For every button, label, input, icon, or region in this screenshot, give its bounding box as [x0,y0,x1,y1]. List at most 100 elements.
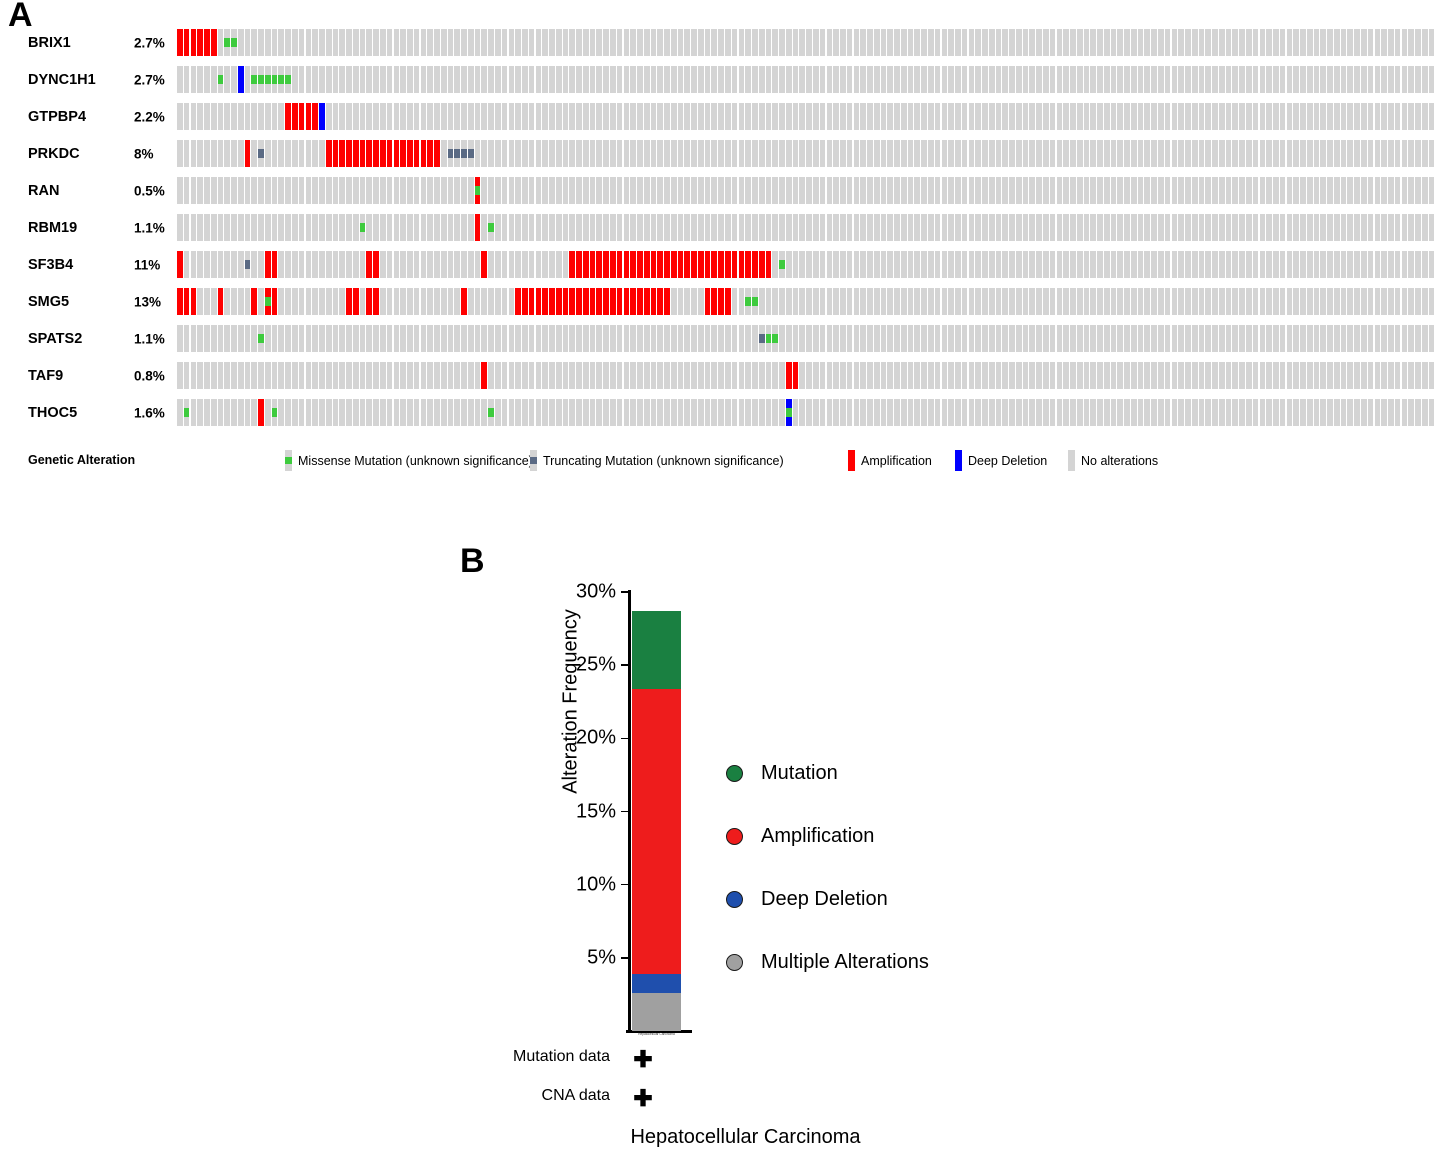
oncoprint-cell[interactable] [1293,29,1300,56]
oncoprint-cell[interactable] [481,140,488,167]
oncoprint-cell[interactable] [366,362,373,389]
oncoprint-cell[interactable] [1097,177,1104,204]
oncoprint-cell[interactable] [1171,251,1179,278]
oncoprint-cell[interactable] [677,140,685,167]
oncoprint-cell[interactable] [197,288,204,315]
oncoprint-cell[interactable] [1130,29,1138,56]
oncoprint-cell[interactable] [427,325,434,352]
oncoprint-cell[interactable] [339,140,346,167]
oncoprint-cell[interactable] [873,399,881,426]
oncoprint-cell[interactable] [637,214,644,241]
oncoprint-cell[interactable] [772,140,779,167]
oncoprint-cell[interactable] [955,214,962,241]
oncoprint-cell[interactable] [285,399,292,426]
oncoprint-cell[interactable] [1286,214,1294,241]
oncoprint-cell[interactable] [1374,288,1382,315]
oncoprint-cell[interactable] [325,399,333,426]
oncoprint-cell[interactable] [373,29,380,56]
oncoprint-cell[interactable] [1056,251,1064,278]
oncoprint-cell[interactable] [1076,399,1084,426]
oncoprint-cell[interactable] [603,103,610,130]
oncoprint-cell[interactable] [1252,103,1260,130]
oncoprint-cell[interactable] [1367,362,1375,389]
oncoprint-cell[interactable] [711,66,718,93]
oncoprint-cell[interactable] [819,214,827,241]
oncoprint-cell[interactable] [1090,177,1097,204]
oncoprint-cell[interactable] [508,399,516,426]
oncoprint-cell[interactable] [610,29,617,56]
oncoprint-cell[interactable] [1327,251,1334,278]
oncoprint-cell[interactable] [434,288,441,315]
oncoprint-cell[interactable] [1076,103,1084,130]
oncoprint-cell[interactable] [1070,214,1077,241]
oncoprint-cell[interactable] [1158,251,1165,278]
oncoprint-cell[interactable] [826,214,834,241]
oncoprint-cell[interactable] [1218,325,1226,352]
oncoprint-cell[interactable] [1103,177,1111,204]
oncoprint-cell[interactable] [278,362,285,389]
oncoprint-cell[interactable] [610,177,617,204]
oncoprint-cell[interactable] [1381,399,1388,426]
oncoprint-cell[interactable] [691,288,698,315]
oncoprint-cell[interactable] [1191,362,1199,389]
oncoprint-cell[interactable] [312,399,319,426]
oncoprint-cell[interactable] [467,251,475,278]
oncoprint-cell[interactable] [1117,140,1124,167]
oncoprint-cell[interactable] [204,399,211,426]
oncoprint-cell[interactable] [1144,288,1151,315]
oncoprint-cell[interactable] [244,29,252,56]
bar-segment-deep-deletion[interactable] [632,973,681,993]
oncoprint-cell[interactable] [907,66,915,93]
oncoprint-cell[interactable] [1300,29,1307,56]
oncoprint-cell[interactable] [1333,177,1341,204]
oncoprint-cell[interactable] [494,140,502,167]
oncoprint-cell[interactable] [413,325,421,352]
oncoprint-cell[interactable] [711,325,718,352]
oncoprint-cell[interactable] [386,288,394,315]
oncoprint-cell[interactable] [1009,288,1016,315]
oncoprint-cell[interactable] [982,251,989,278]
oncoprint-cell[interactable] [393,29,401,56]
oncoprint-cell[interactable] [1070,177,1077,204]
oncoprint-cell[interactable] [413,66,421,93]
oncoprint-cell[interactable] [643,140,651,167]
oncoprint-cell[interactable] [772,66,779,93]
oncoprint-cell[interactable] [623,103,631,130]
oncoprint-cell[interactable] [1415,66,1422,93]
oncoprint-cell[interactable] [1110,214,1118,241]
oncoprint-cell[interactable] [244,399,252,426]
oncoprint-cell[interactable] [474,325,482,352]
oncoprint-cell[interactable] [934,399,942,426]
oncoprint-cell[interactable] [589,29,597,56]
oncoprint-cell[interactable] [440,251,448,278]
oncoprint-cell[interactable] [1185,362,1192,389]
oncoprint-cell[interactable] [515,399,522,426]
oncoprint-cell[interactable] [772,29,779,56]
oncoprint-cell[interactable] [359,140,367,167]
oncoprint-cell[interactable] [934,66,942,93]
oncoprint-cell[interactable] [833,103,840,130]
oncoprint-cell[interactable] [887,325,894,352]
oncoprint-cell[interactable] [1178,103,1185,130]
oncoprint-cell[interactable] [373,66,380,93]
oncoprint-cell[interactable] [982,66,989,93]
oncoprint-cell[interactable] [637,140,644,167]
oncoprint-cell[interactable] [900,140,908,167]
oncoprint-cell[interactable] [1218,66,1226,93]
oncoprint-cell[interactable] [975,325,982,352]
oncoprint-cell[interactable] [1259,251,1267,278]
oncoprint-cell[interactable] [522,251,529,278]
oncoprint-cell[interactable] [833,288,840,315]
oncoprint-cell[interactable] [725,140,732,167]
oncoprint-cell[interactable] [1164,325,1172,352]
oncoprint-cell[interactable] [393,214,401,241]
oncoprint-cell[interactable] [812,66,820,93]
oncoprint-cell[interactable] [1076,362,1084,389]
oncoprint-cell[interactable] [1036,362,1043,389]
oncoprint-cell[interactable] [1381,288,1388,315]
oncoprint-cell[interactable] [833,362,840,389]
oncoprint-cell[interactable] [582,103,590,130]
oncoprint-cell[interactable] [1239,399,1246,426]
oncoprint-cell[interactable] [630,140,637,167]
oncoprint-cell[interactable] [298,177,306,204]
